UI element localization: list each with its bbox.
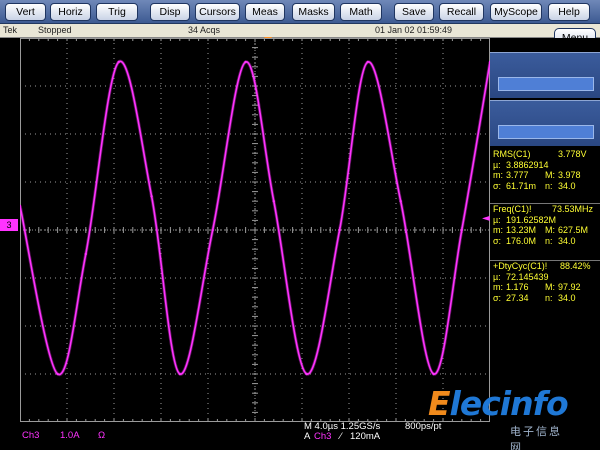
meas-max: 3.978 <box>558 170 581 180</box>
meas-count: 34.0 <box>558 235 576 246</box>
readout-field-1[interactable] <box>498 77 594 91</box>
meas-max: 97.92 <box>558 282 581 292</box>
menu-vert-button[interactable]: Vert <box>5 3 46 21</box>
acq-state-label: Stopped <box>38 25 72 35</box>
meas-value: 73.53MHz <box>552 204 594 214</box>
waveform-point <box>432 372 435 376</box>
status-bar: Tek Stopped 34 Acqs 01 Jan 02 01:59:49 <box>0 24 600 38</box>
menu-help-button[interactable]: Help <box>548 3 590 21</box>
meas-title: Freq(C1)! <box>493 204 532 214</box>
waveform-point <box>150 195 153 198</box>
meas-mean-label: µ: <box>493 214 501 225</box>
meas-mean: 72.145439 <box>506 271 549 282</box>
meas-min: 13.23M <box>506 225 537 235</box>
waveform-point <box>56 372 59 376</box>
menu-save-button[interactable]: Save <box>394 3 434 21</box>
coupling-label: Ω <box>98 430 106 441</box>
waveform-point <box>366 60 369 64</box>
channel-ground-marker[interactable]: 3 <box>0 219 18 231</box>
meas-count: 34.0 <box>558 180 576 191</box>
watermark-subtext: 电子信息网 <box>510 425 562 450</box>
meas-sigma: 61.71m <box>506 180 537 191</box>
meas-min: 1.176 <box>506 282 529 292</box>
waveform-point <box>305 372 308 376</box>
meas-count-label: n: <box>545 180 553 191</box>
meas-max-label: M: <box>545 282 555 292</box>
meas-count-label: n: <box>545 292 553 303</box>
readout-box-2[interactable] <box>490 100 600 146</box>
menu-myscope-button[interactable]: MyScope <box>490 3 542 21</box>
meas-mean: 3.8862914 <box>506 159 549 170</box>
meas-sigma-label: σ: <box>493 235 502 246</box>
meas-max-label: M: <box>545 170 555 180</box>
waveform-display[interactable] <box>20 38 490 422</box>
menu-cursors-button[interactable]: Cursors <box>195 3 240 21</box>
measurement-duty-cycle[interactable]: +DtyCyc(C1)! 88.42% µ: 72.145439 m: 1.176 M:… <box>490 260 600 303</box>
waveform-point <box>244 60 247 64</box>
watermark-logo: Elecinfo 电子信息网 <box>428 384 569 450</box>
datetime-label: 01 Jan 02 01:59:49 <box>375 25 453 35</box>
meas-title: +DtyCyc(C1)! <box>493 261 548 271</box>
trigger-slope-icon: ⁄ <box>340 431 342 442</box>
trigger-level[interactable]: 120mA <box>350 431 380 442</box>
menu-masks-button[interactable]: Masks <box>292 3 335 21</box>
meas-sigma: 176.0M <box>506 235 537 246</box>
waveform-point <box>338 228 341 232</box>
menu-meas-button[interactable]: Meas <box>245 3 285 21</box>
meas-sigma-label: σ: <box>493 180 502 191</box>
measurement-rms[interactable]: RMS(C1) 3.778V µ: 3.8862914 m: 3.777 M: 3.978… <box>490 149 600 191</box>
meas-min-label: m: <box>493 282 503 292</box>
waveform-point <box>211 228 214 232</box>
measurement-freq[interactable]: Freq(C1)! 73.53MHz µ: 191.62582M m: 13.23M M… <box>490 203 600 246</box>
menu-recall-button[interactable]: Recall <box>439 3 484 21</box>
menu-horiz-button[interactable]: Horiz <box>50 3 91 21</box>
waveform-point <box>460 228 463 232</box>
meas-value: 88.42% <box>560 261 591 271</box>
readout-box-1[interactable] <box>490 52 600 98</box>
meas-max: 627.5M <box>558 225 589 235</box>
watermark-logo-text: Elecinfo <box>428 384 569 423</box>
trigger-channel[interactable]: Ch3 <box>314 431 331 442</box>
waveform-point <box>272 200 275 203</box>
waveform-point <box>84 252 88 256</box>
waveform-point <box>399 200 402 203</box>
menu-trig-button[interactable]: Trig <box>96 3 138 21</box>
acq-count-label: 34 Acqs <box>188 25 221 35</box>
menu-disp-button[interactable]: Disp <box>150 3 190 21</box>
meas-min-label: m: <box>493 225 503 235</box>
menu-bar: Vert Horiz Trig Disp Cursors Meas Masks … <box>0 0 600 24</box>
meas-value: 3.778V <box>558 149 587 159</box>
meas-mean-label: µ: <box>493 159 501 170</box>
channel-label[interactable]: Ch3 <box>22 430 39 441</box>
meas-sigma: 27.34 <box>506 292 529 303</box>
menu-math-button[interactable]: Math <box>340 3 382 21</box>
vertical-scale[interactable]: 1.0A <box>60 430 80 441</box>
waveform-point <box>178 372 181 376</box>
trigger-source-prefix: A <box>304 431 311 442</box>
waveform-point <box>117 60 120 64</box>
trigger-level-icon: ◄ <box>482 213 490 224</box>
meas-min: 3.777 <box>506 170 529 180</box>
meas-max-label: M: <box>545 225 555 235</box>
meas-count-label: n: <box>545 235 553 246</box>
meas-mean: 191.62582M <box>506 214 557 225</box>
readout-field-2[interactable] <box>498 125 594 139</box>
meas-sigma-label: σ: <box>493 292 502 303</box>
meas-title: RMS(C1) <box>493 149 531 159</box>
meas-mean-label: µ: <box>493 271 501 282</box>
meas-count: 34.0 <box>558 292 576 303</box>
brand-label: Tek <box>3 25 18 35</box>
meas-min-label: m: <box>493 170 503 180</box>
